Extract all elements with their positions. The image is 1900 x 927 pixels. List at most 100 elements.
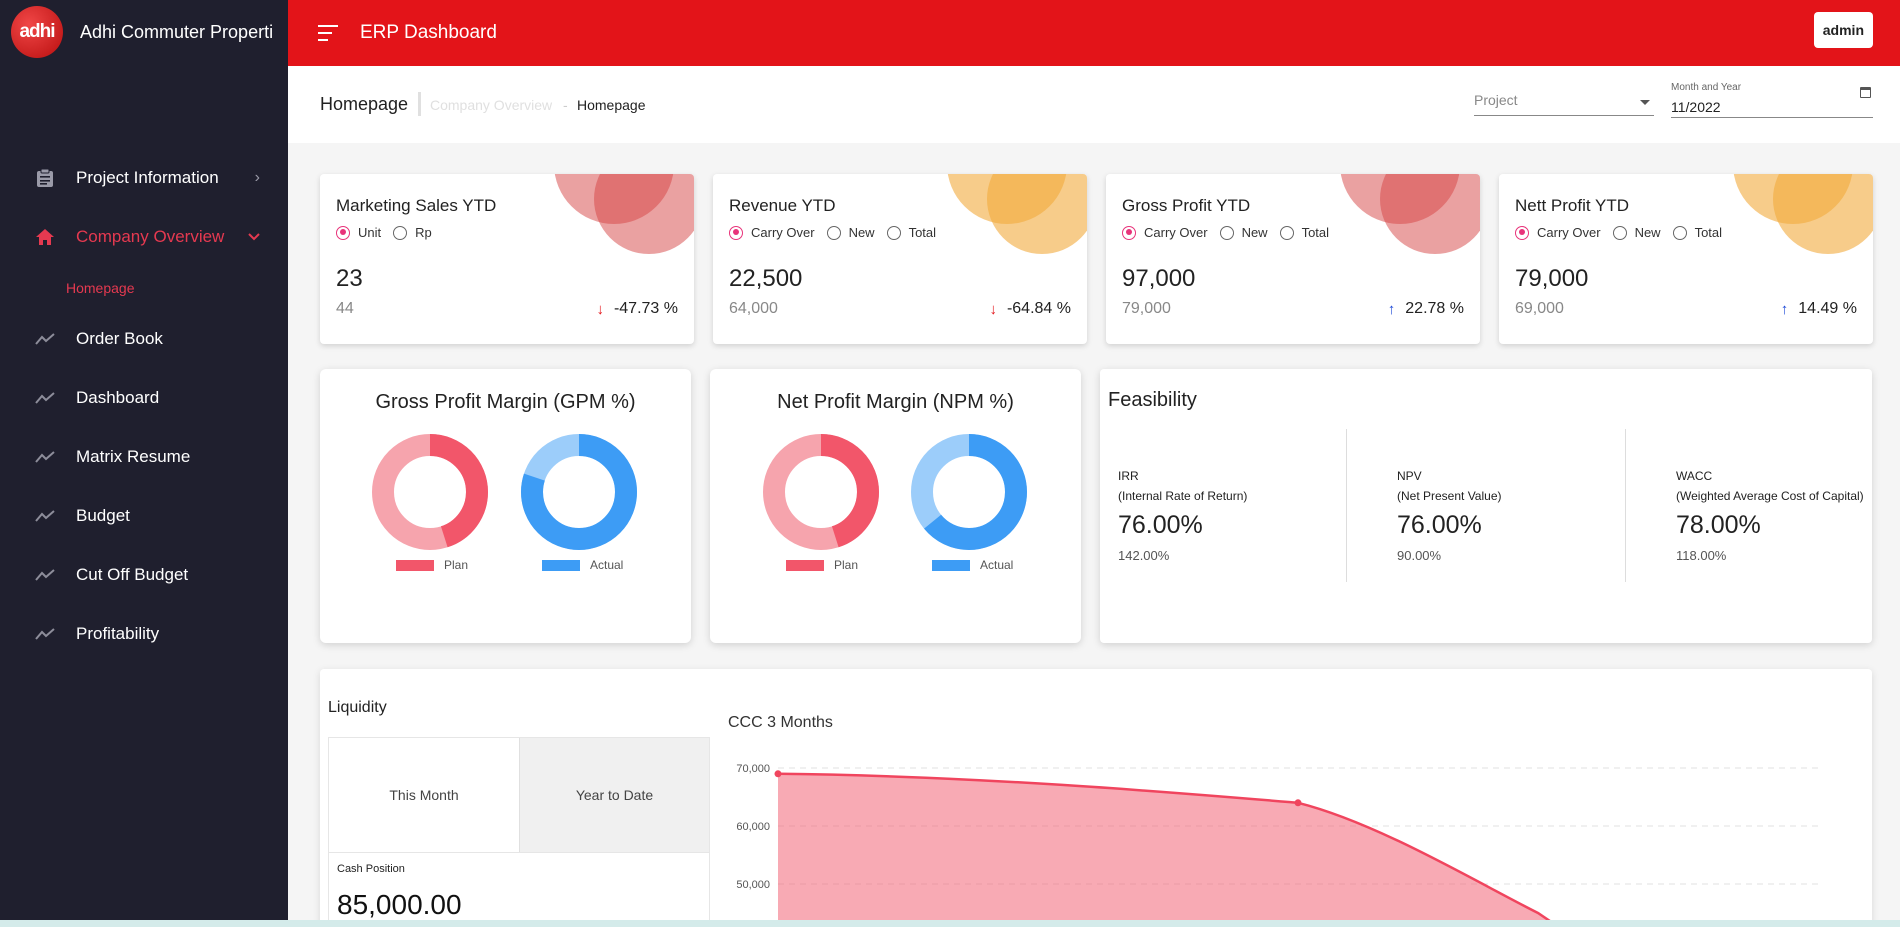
- kpi-title: Nett Profit YTD: [1515, 196, 1629, 215]
- sidebar-item-label: Budget: [76, 505, 130, 525]
- sidebar-item-label: Dashboard: [76, 387, 160, 407]
- kpi-radio-group: Unit Rp: [336, 225, 444, 240]
- gpm-actual-donut[interactable]: [521, 434, 637, 550]
- gpm-plan-donut[interactable]: [372, 434, 488, 550]
- kpi-title: Revenue YTD: [729, 196, 836, 215]
- chevron-right-icon: ›: [254, 168, 260, 186]
- tab-year-to-date[interactable]: Year to Date: [519, 738, 709, 852]
- chevron-down-icon: [248, 228, 260, 246]
- trend-icon: [34, 387, 56, 409]
- radio-new[interactable]: New: [1612, 225, 1661, 240]
- tab-this-month[interactable]: This Month: [329, 738, 519, 852]
- radio-unchecked-icon: [826, 225, 841, 240]
- sidebar-item-profitability[interactable]: Profitability: [0, 604, 288, 663]
- ccc-area-chart[interactable]: 70,000 60,000 50,000: [728, 729, 1848, 927]
- radio-label: Carry Over: [751, 225, 815, 240]
- sidebar-item-label: Order Book: [76, 328, 163, 348]
- sidebar-item-budget[interactable]: Budget: [0, 486, 288, 545]
- gpm-title: Gross Profit Margin (GPM %): [375, 391, 636, 413]
- legend-plan[interactable]: Plan: [786, 558, 858, 572]
- sidebar-item-cut-off-budget[interactable]: Cut Off Budget: [0, 545, 288, 604]
- kpi-card-gross-profit: Gross Profit YTD Carry Over New Total 97…: [1106, 174, 1480, 344]
- liquidity-title: Liquidity: [328, 699, 387, 716]
- area-fill: [778, 773, 1559, 927]
- user-menu-button[interactable]: admin: [1813, 12, 1873, 48]
- sidebar-item-label: Cut Off Budget: [76, 564, 189, 584]
- radio-checked-icon: [729, 225, 743, 240]
- month-year-field[interactable]: Month and Year 11/2022: [1671, 82, 1873, 118]
- radio-checked-icon: [336, 225, 350, 240]
- radio-rp[interactable]: Rp: [393, 225, 432, 240]
- radio-unchecked-icon: [1612, 225, 1627, 240]
- sidebar-item-dashboard[interactable]: Dashboard: [0, 368, 288, 427]
- metric-description: (Net Present Value): [1397, 489, 1502, 503]
- metric-sub-value: 118.00%: [1676, 548, 1727, 563]
- menu-icon[interactable]: [318, 25, 340, 41]
- radio-carry-over[interactable]: Carry Over: [1122, 225, 1208, 240]
- radio-label: New: [1634, 225, 1661, 240]
- breadcrumb-company-overview[interactable]: Company Overview: [430, 97, 552, 113]
- sidebar-item-order-book[interactable]: Order Book: [0, 309, 288, 368]
- metric-description: (Weighted Average Cost of Capital): [1676, 489, 1864, 503]
- radio-label: New: [1241, 225, 1268, 240]
- legend-swatch: [932, 559, 970, 571]
- radio-label: Rp: [415, 225, 432, 240]
- radio-unit[interactable]: Unit: [336, 225, 381, 240]
- brand: adhi Adhi Commuter Properti: [0, 0, 288, 64]
- sidebar-nav: Project Information › Company Overview H…: [0, 148, 288, 663]
- title-divider: [418, 92, 421, 116]
- radio-unchecked-icon: [886, 225, 901, 240]
- legend-label: Plan: [834, 558, 859, 572]
- metric-value: 76.00%: [1118, 511, 1203, 539]
- sidebar-item-label: Matrix Resume: [76, 446, 191, 466]
- radio-carry-over[interactable]: Carry Over: [729, 225, 815, 240]
- calendar-icon[interactable]: [1860, 87, 1871, 98]
- project-select[interactable]: Project: [1474, 92, 1654, 116]
- breadcrumb-homepage: Homepage: [577, 97, 646, 113]
- npm-actual-donut[interactable]: [911, 434, 1027, 550]
- kpi-change-pct: -47.73 %: [613, 300, 678, 317]
- trend-icon: [34, 328, 56, 350]
- sidebar-subitem-homepage[interactable]: Homepage: [0, 266, 288, 309]
- radio-checked-icon: [1515, 225, 1529, 240]
- radio-carry-over[interactable]: Carry Over: [1515, 225, 1601, 240]
- kpi-title: Marketing Sales YTD: [336, 196, 497, 215]
- metric-name: NPV: [1397, 469, 1422, 483]
- kpi-value: 79,000: [1515, 265, 1589, 292]
- card-decoration: [594, 174, 694, 254]
- legend-actual[interactable]: Actual: [542, 558, 623, 572]
- legend-actual[interactable]: Actual: [932, 558, 1013, 572]
- feasibility-card: Feasibility IRR (Internal Rate of Return…: [1100, 369, 1872, 643]
- radio-total[interactable]: Total: [1279, 225, 1329, 240]
- arrow-down-icon: ↓: [596, 300, 604, 318]
- kpi-card-revenue: Revenue YTD Carry Over New Total 22,500 …: [713, 174, 1087, 344]
- radio-new[interactable]: New: [826, 225, 875, 240]
- radio-total[interactable]: Total: [1672, 225, 1723, 240]
- kpi-change: ↓ -47.73 %: [596, 300, 678, 318]
- sidebar-item-project-information[interactable]: Project Information ›: [0, 148, 288, 207]
- radio-checked-icon: [1122, 225, 1136, 240]
- kpi-value: 23: [336, 265, 363, 292]
- legend-plan[interactable]: Plan: [396, 558, 468, 572]
- company-logo[interactable]: adhi: [11, 6, 63, 58]
- data-point: [774, 770, 782, 778]
- trend-icon: [34, 505, 56, 527]
- radio-label: Unit: [358, 225, 382, 240]
- kpi-change-pct: -64.84 %: [1006, 300, 1071, 317]
- y-tick-label: 70,000: [736, 763, 770, 775]
- sidebar-item-company-overview[interactable]: Company Overview: [0, 207, 288, 266]
- trend-icon: [34, 623, 56, 645]
- kpi-comparison-value: 79,000: [1122, 300, 1171, 317]
- legend-label: Plan: [444, 558, 469, 572]
- sidebar-item-matrix-resume[interactable]: Matrix Resume: [0, 427, 288, 486]
- radio-new[interactable]: New: [1219, 225, 1268, 240]
- npm-plan-donut[interactable]: [763, 434, 879, 550]
- radio-total[interactable]: Total: [886, 225, 936, 240]
- arrow-up-icon: ↑: [1780, 300, 1789, 318]
- column-divider: [1625, 429, 1626, 582]
- legend-swatch: [786, 559, 824, 571]
- trend-icon: [34, 564, 56, 586]
- column-divider: [1346, 429, 1347, 582]
- kpi-comparison-value: 69,000: [1515, 300, 1564, 317]
- radio-label: Total: [1694, 225, 1723, 240]
